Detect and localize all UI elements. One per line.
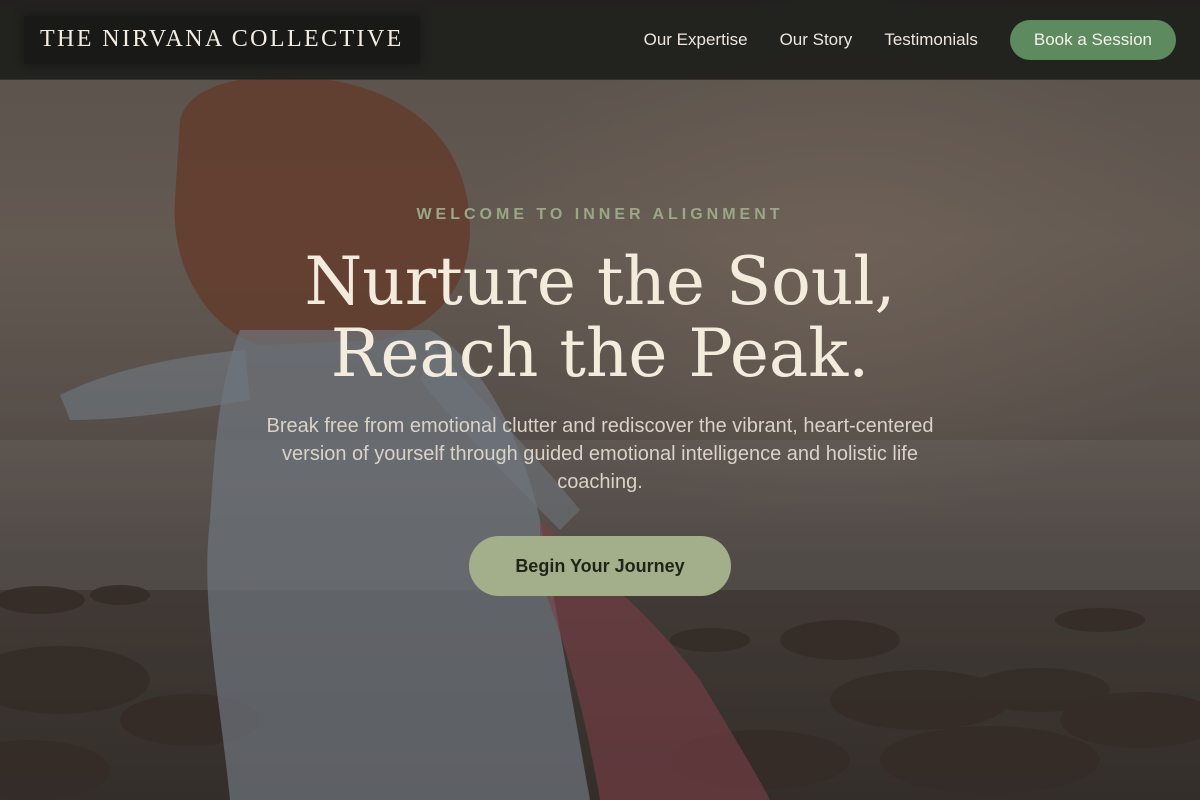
nav-link-our-expertise[interactable]: Our Expertise [644, 30, 748, 50]
book-session-button[interactable]: Book a Session [1009, 19, 1176, 60]
site-header: THE NIRVANA COLLECTIVE Our Expertise Our… [0, 0, 1200, 80]
nav-link-our-story[interactable]: Our Story [780, 30, 853, 50]
hero-subtext: Break free from emotional clutter and re… [266, 415, 934, 493]
begin-journey-button[interactable]: Begin Your Journey [469, 536, 731, 596]
nav-link-testimonials[interactable]: Testimonials [884, 30, 978, 50]
hero-headline-line-1: Nurture the Soul, [304, 243, 896, 320]
logo[interactable]: THE NIRVANA COLLECTIVE [24, 15, 420, 64]
landing-page: THE NIRVANA COLLECTIVE Our Expertise Our… [0, 0, 1200, 800]
logo-text: THE NIRVANA COLLECTIVE [40, 26, 404, 52]
hero-headline-line-2: Reach the Peak. [330, 315, 870, 392]
hero-section: WELCOME TO INNER ALIGNMENT Nurture the S… [0, 80, 1200, 800]
hero-headline: Nurture the Soul, Reach the Peak. [150, 246, 1050, 390]
main-nav: Our Expertise Our Story Testimonials Boo… [644, 19, 1176, 60]
hero-eyebrow: WELCOME TO INNER ALIGNMENT [416, 206, 784, 223]
